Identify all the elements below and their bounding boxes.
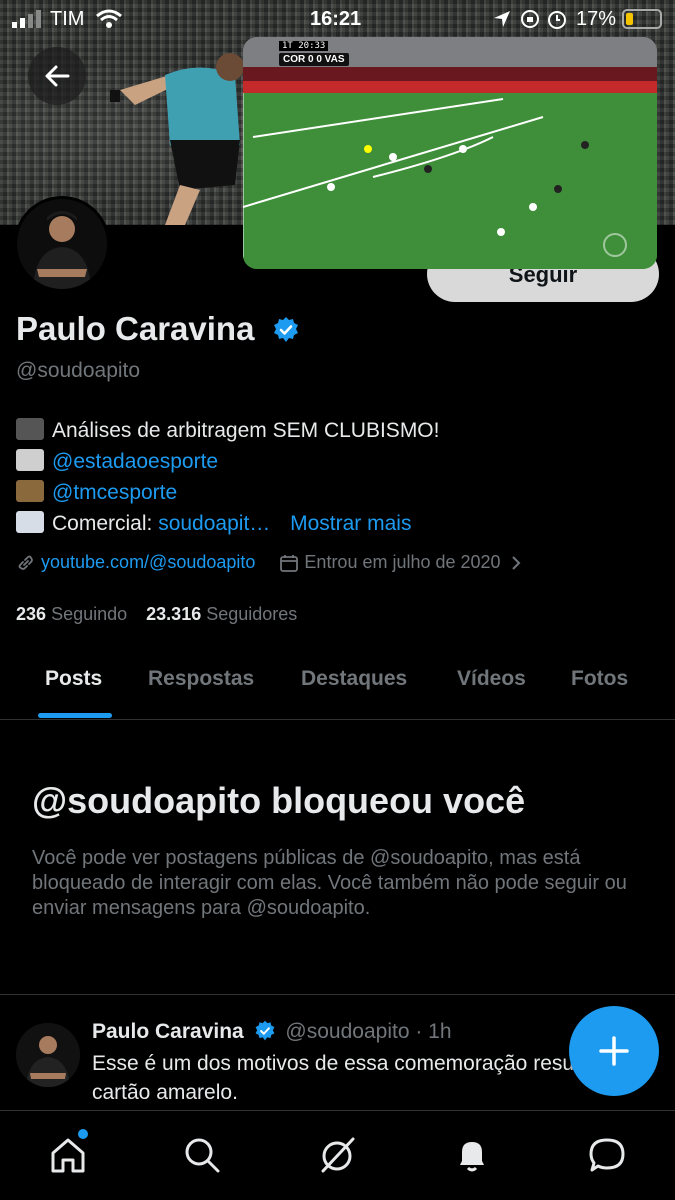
home-icon	[51, 1138, 85, 1173]
tab-posts[interactable]: Posts	[45, 667, 102, 691]
bio-line-2: @estadaoesporte	[16, 449, 218, 474]
bottom-navigation	[0, 1110, 675, 1200]
nav-notifications[interactable]	[450, 1133, 494, 1177]
radio-icon	[16, 480, 44, 502]
followers-label: Seguidores	[206, 604, 298, 624]
tab-replies[interactable]: Respostas	[148, 667, 254, 691]
link-icon	[18, 555, 33, 570]
profile-avatar[interactable]	[14, 196, 110, 292]
blocked-description: Você pode ver postagens públicas de @sou…	[32, 847, 627, 919]
wifi-icon	[96, 8, 122, 35]
follow-counts: 236 Seguindo 23.316 Seguidores	[16, 604, 297, 625]
estadao-mention-link[interactable]: @estadaoesporte	[52, 450, 218, 473]
active-tab-indicator	[38, 713, 112, 718]
profile-tabs: Posts Respostas Destaques Vídeos Fotos	[0, 650, 675, 720]
tmc-mention-link[interactable]: @tmcesporte	[52, 481, 177, 504]
blocked-title: @soudoapito bloqueou você	[32, 780, 526, 821]
nav-home[interactable]	[46, 1129, 90, 1177]
calendar-icon	[280, 554, 299, 572]
plus-icon	[599, 1036, 629, 1066]
tab-highlights[interactable]: Destaques	[301, 667, 407, 691]
nav-grok[interactable]	[315, 1133, 359, 1177]
bio-line-1: Análises de arbitragem SEM CLUBISMO!	[16, 418, 439, 443]
post-author-name[interactable]: Paulo Caravina	[92, 1020, 244, 1043]
nav-messages[interactable]	[585, 1133, 629, 1177]
bio-text: Análises de arbitragem SEM CLUBISMO!	[52, 419, 440, 442]
tab-videos[interactable]: Vídeos	[457, 667, 526, 691]
scoreboard: COR 0 0 VAS	[279, 53, 349, 66]
picture-in-picture-video[interactable]: 1T 20:33 COR 0 0 VAS	[243, 37, 657, 269]
carrier-label: TIM	[50, 8, 85, 30]
verified-badge-icon	[272, 316, 300, 349]
show-more-link[interactable]: Mostrar mais	[290, 512, 411, 535]
movie-camera-icon	[16, 418, 44, 440]
chevron-right-icon[interactable]	[509, 554, 523, 572]
notification-dot	[78, 1129, 88, 1139]
bio-line-4: Comercial: soudoapit… Mostrar mais	[16, 511, 411, 536]
followers-link[interactable]: 23.316 Seguidores	[146, 604, 297, 624]
following-label: Seguindo	[51, 604, 128, 624]
followers-count: 23.316	[146, 604, 202, 624]
signal-icon	[12, 10, 42, 33]
commercial-email-link[interactable]: soudoapit…	[158, 512, 270, 535]
bell-icon	[460, 1142, 484, 1172]
clock-time: 16:21	[310, 8, 362, 30]
grok-icon	[321, 1137, 355, 1173]
arrow-left-icon	[45, 65, 70, 87]
broadcaster-logo-icon	[603, 233, 627, 257]
profile-name: Paulo Caravina	[16, 310, 255, 347]
battery-icon	[622, 9, 662, 29]
commercial-label: Comercial:	[52, 512, 153, 535]
match-time: 1T 20:33	[279, 41, 329, 51]
alarm-icon	[546, 8, 568, 35]
bio-line-3: @tmcesporte	[16, 480, 177, 505]
battery-percent: 17%	[576, 8, 617, 30]
compose-post-button[interactable]	[569, 1006, 659, 1096]
divider	[0, 994, 675, 995]
avatar-image	[16, 1023, 80, 1087]
post-author-avatar[interactable]	[16, 1023, 80, 1087]
website-link[interactable]: youtube.com/@soudoapito	[41, 552, 255, 573]
profile-handle: @soudoapito	[16, 359, 141, 382]
profile-meta-row: youtube.com/@soudoapito Entrou em julho …	[16, 552, 523, 573]
location-icon	[492, 9, 512, 34]
avatar-image	[17, 199, 107, 289]
message-bubble-icon	[589, 1138, 625, 1172]
tab-photos[interactable]: Fotos	[571, 667, 628, 691]
post-header: Paulo Caravina @soudoapito · 1h	[92, 1020, 452, 1044]
verified-badge-icon	[255, 1020, 275, 1041]
envelope-icon	[16, 511, 44, 533]
rotation-lock-icon	[520, 9, 540, 34]
soccer-field-graphic	[243, 37, 657, 269]
following-count: 236	[16, 604, 47, 624]
search-icon	[185, 1138, 220, 1173]
banner-referee-image	[110, 53, 244, 225]
back-button[interactable]	[28, 47, 86, 105]
newspaper-icon	[16, 449, 44, 471]
joined-date: Entrou em julho de 2020	[304, 552, 501, 572]
post-handle-time: @soudoapito · 1h	[285, 1020, 452, 1043]
post-text[interactable]: Esse é um dos motivos de essa comemoraçã…	[92, 1049, 652, 1107]
following-link[interactable]: 236 Seguindo	[16, 604, 127, 624]
nav-search[interactable]	[180, 1133, 224, 1177]
